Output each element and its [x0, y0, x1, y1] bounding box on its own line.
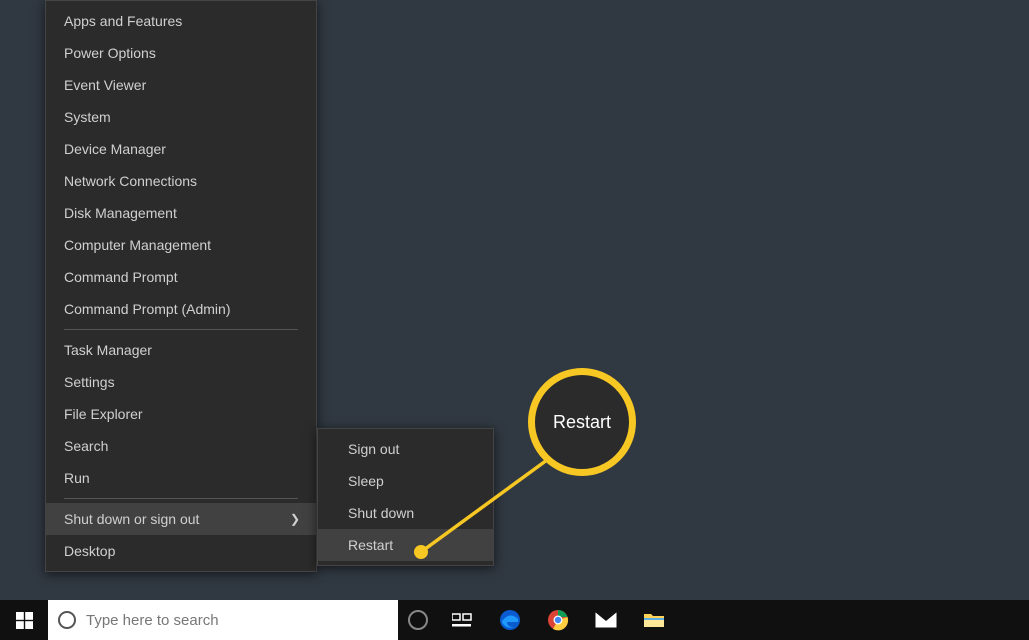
menu-item-label: Restart — [348, 537, 393, 553]
menu-item-label: Shut down — [348, 505, 414, 521]
submenu-item-shut-down[interactable]: Shut down — [318, 497, 493, 529]
search-placeholder-text: Type here to search — [86, 612, 219, 629]
menu-item-command-prompt[interactable]: Command Prompt — [46, 261, 316, 293]
menu-item-label: Disk Management — [64, 205, 177, 221]
cortana-ring-icon — [408, 610, 428, 630]
chrome-icon — [547, 609, 569, 631]
menu-item-device-manager[interactable]: Device Manager — [46, 133, 316, 165]
submenu-item-sign-out[interactable]: Sign out — [318, 433, 493, 465]
menu-item-shutdown-or-signout[interactable]: Shut down or sign out ❯ — [46, 503, 316, 535]
taskbar-app-file-explorer[interactable] — [630, 600, 678, 640]
menu-item-desktop[interactable]: Desktop — [46, 535, 316, 567]
winx-context-menu: Apps and Features Power Options Event Vi… — [45, 0, 317, 572]
menu-item-label: Shut down or sign out — [64, 511, 199, 527]
callout-label: Restart — [553, 412, 611, 433]
menu-item-label: Command Prompt — [64, 269, 178, 285]
menu-item-label: Settings — [64, 374, 115, 390]
menu-item-label: Desktop — [64, 543, 115, 559]
menu-item-label: Command Prompt (Admin) — [64, 301, 231, 317]
task-view-icon — [452, 612, 472, 628]
submenu-arrow-icon: ❯ — [290, 512, 300, 526]
menu-item-search[interactable]: Search — [46, 430, 316, 462]
cortana-button[interactable] — [398, 610, 438, 630]
menu-item-label: Device Manager — [64, 141, 166, 157]
search-icon — [58, 611, 76, 629]
start-button[interactable] — [0, 600, 48, 640]
menu-item-apps-and-features[interactable]: Apps and Features — [46, 5, 316, 37]
taskbar-search-box[interactable]: Type here to search — [48, 600, 398, 640]
menu-separator — [64, 498, 298, 499]
menu-item-label: Event Viewer — [64, 77, 146, 93]
task-view-button[interactable] — [438, 600, 486, 640]
taskbar-app-mail[interactable] — [582, 600, 630, 640]
menu-item-system[interactable]: System — [46, 101, 316, 133]
callout-dot — [414, 545, 428, 559]
taskbar-app-chrome[interactable] — [534, 600, 582, 640]
menu-item-label: Run — [64, 470, 90, 486]
windows-logo-icon — [16, 612, 33, 629]
menu-item-label: File Explorer — [64, 406, 143, 422]
menu-item-label: Apps and Features — [64, 13, 182, 29]
mail-icon — [595, 612, 617, 628]
submenu-item-sleep[interactable]: Sleep — [318, 465, 493, 497]
taskbar: Type here to search — [0, 600, 1029, 640]
menu-separator — [64, 329, 298, 330]
menu-item-event-viewer[interactable]: Event Viewer — [46, 69, 316, 101]
taskbar-app-edge[interactable] — [486, 600, 534, 640]
submenu-item-restart[interactable]: Restart — [318, 529, 493, 561]
menu-item-label: System — [64, 109, 111, 125]
menu-item-file-explorer[interactable]: File Explorer — [46, 398, 316, 430]
menu-item-label: Power Options — [64, 45, 156, 61]
menu-item-label: Sleep — [348, 473, 384, 489]
menu-item-command-prompt-admin[interactable]: Command Prompt (Admin) — [46, 293, 316, 325]
menu-item-disk-management[interactable]: Disk Management — [46, 197, 316, 229]
menu-item-settings[interactable]: Settings — [46, 366, 316, 398]
menu-item-power-options[interactable]: Power Options — [46, 37, 316, 69]
edge-icon — [499, 609, 521, 631]
menu-item-label: Computer Management — [64, 237, 211, 253]
menu-item-computer-management[interactable]: Computer Management — [46, 229, 316, 261]
callout-circle-restart: Restart — [528, 368, 636, 476]
menu-item-task-manager[interactable]: Task Manager — [46, 334, 316, 366]
menu-item-run[interactable]: Run — [46, 462, 316, 494]
menu-item-label: Task Manager — [64, 342, 152, 358]
menu-item-network-connections[interactable]: Network Connections — [46, 165, 316, 197]
shutdown-submenu: Sign out Sleep Shut down Restart — [317, 428, 494, 566]
folder-icon — [643, 611, 665, 629]
menu-item-label: Sign out — [348, 441, 399, 457]
menu-item-label: Search — [64, 438, 108, 454]
menu-item-label: Network Connections — [64, 173, 197, 189]
